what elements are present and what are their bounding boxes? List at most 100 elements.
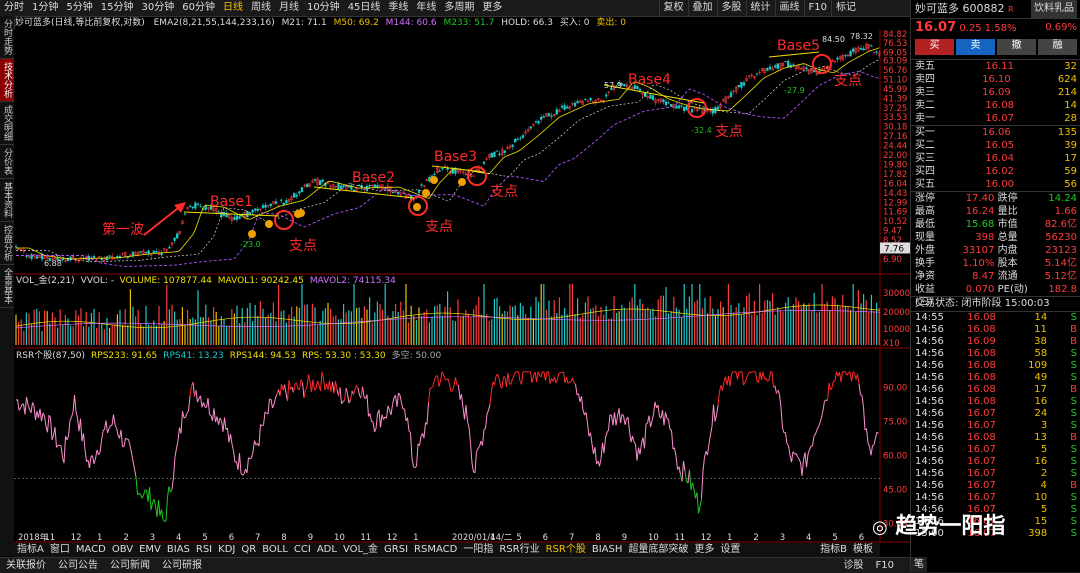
- time-tick: 4: [176, 533, 181, 543]
- period-tab[interactable]: 年线: [412, 0, 440, 16]
- period-tab[interactable]: 60分钟: [178, 0, 219, 16]
- tick-row: 14:5616.0858S: [911, 348, 1080, 360]
- indicator-tab[interactable]: ADL: [314, 543, 340, 557]
- indicator-tab[interactable]: RSR行业: [496, 543, 542, 557]
- indicator-tab[interactable]: GRSI: [381, 543, 411, 557]
- vol-mavol2: MAVOL2: 74115.34: [310, 276, 396, 286]
- time-tick: 11: [44, 533, 55, 543]
- rsr-rps: RPS: 53.30 : 53.30: [302, 351, 386, 361]
- rsr-tick: 90.00: [883, 384, 907, 394]
- indicator-tab[interactable]: EMV: [136, 543, 164, 557]
- status-link[interactable]: 关联报价: [0, 558, 52, 573]
- tool-button[interactable]: 统计: [746, 0, 775, 16]
- wechat-icon: ◎: [872, 517, 888, 538]
- left-tab[interactable]: 基本资料: [0, 179, 14, 222]
- bid-price[interactable]: 16.06: [982, 126, 1011, 139]
- period-tab[interactable]: 45日线: [344, 0, 385, 16]
- period-tab[interactable]: 更多: [478, 0, 506, 16]
- period-tab[interactable]: 周线: [247, 0, 275, 16]
- indicator-tab[interactable]: VOL_金: [340, 543, 381, 557]
- ask-price[interactable]: 16.10: [982, 73, 1011, 86]
- status-link[interactable]: 公司公告: [52, 558, 104, 573]
- bid-vol: 59: [1064, 165, 1077, 178]
- tick-tab[interactable]: 笔: [911, 557, 927, 572]
- indicator-tab[interactable]: 超量底部突破: [625, 543, 691, 557]
- bid-price[interactable]: 16.04: [985, 152, 1014, 165]
- bid-price[interactable]: 16.05: [985, 139, 1014, 152]
- industry-tag[interactable]: 饮料乳品: [1031, 0, 1077, 18]
- status-right-group: 诊股F10: [838, 558, 900, 573]
- indicator-tab[interactable]: 窗口: [47, 543, 73, 557]
- period-tab[interactable]: 多周期: [440, 0, 478, 16]
- base4-label: Base4: [628, 72, 671, 88]
- stat-cell: 股本: [998, 257, 1034, 270]
- status-right-link[interactable]: 诊股: [838, 558, 870, 573]
- period-tab[interactable]: 30分钟: [137, 0, 178, 16]
- period-tab[interactable]: 1分钟: [28, 0, 62, 16]
- tool-button[interactable]: 标记: [831, 0, 860, 16]
- indicator-tab[interactable]: 设置: [717, 543, 743, 557]
- status-right-link[interactable]: F10: [870, 558, 900, 573]
- indicator-tab[interactable]: OBV: [109, 543, 136, 557]
- indicator-tab[interactable]: 指标A: [14, 543, 47, 557]
- left-tab[interactable]: 技术分析: [0, 59, 14, 102]
- tick-row: 14:5616.0716S: [911, 456, 1080, 468]
- tick-price: 16.08: [967, 384, 996, 396]
- trade-buttons: 买卖撤融: [911, 37, 1080, 57]
- period-tab[interactable]: 日线: [219, 0, 247, 16]
- trade-button[interactable]: 买: [915, 39, 954, 55]
- tool-button[interactable]: 叠加: [688, 0, 717, 16]
- indicator-tab[interactable]: RSMACD: [411, 543, 460, 557]
- period-tab[interactable]: 月线: [275, 0, 303, 16]
- stat-row: 净资8.47流通5.12亿: [911, 270, 1080, 283]
- tick-side: B: [1070, 432, 1077, 444]
- tool-button[interactable]: 复权: [659, 0, 688, 16]
- indicator-tab[interactable]: RSR个股: [543, 543, 589, 557]
- indicator-tab[interactable]: BOLL: [259, 543, 291, 557]
- tick-row: 14:5616.0724S: [911, 408, 1080, 420]
- status-link[interactable]: 公司研报: [156, 558, 208, 573]
- indicator-tab[interactable]: 一阳指: [460, 543, 496, 557]
- left-tab[interactable]: 分价表: [0, 145, 14, 179]
- left-tab[interactable]: 控盘分析: [0, 222, 14, 265]
- status-link[interactable]: 公司新闻: [104, 558, 156, 573]
- indicator-tab[interactable]: BIAS: [164, 543, 193, 557]
- ask-price[interactable]: 16.08: [985, 99, 1014, 112]
- tool-button[interactable]: 多股: [717, 0, 746, 16]
- time-tick: 3: [150, 533, 155, 543]
- period-tab[interactable]: 分时: [0, 0, 28, 16]
- stat-row: 最高16.24量比1.66: [911, 205, 1080, 218]
- stat-cell: 5.12亿: [1037, 270, 1077, 283]
- indicator-tab[interactable]: 更多: [691, 543, 717, 557]
- ask-price[interactable]: 16.11: [985, 60, 1014, 73]
- tool-button[interactable]: 画线: [775, 0, 804, 16]
- indicator-tab[interactable]: RSI: [193, 543, 215, 557]
- trade-button[interactable]: 融: [1038, 39, 1077, 55]
- indicator-tab[interactable]: QR: [238, 543, 259, 557]
- bid-price[interactable]: 16.02: [985, 165, 1014, 178]
- indicator-tab[interactable]: CCI: [291, 543, 314, 557]
- trade-button[interactable]: 卖: [956, 39, 995, 55]
- ask-price[interactable]: 16.07: [985, 112, 1014, 125]
- indicator-right-tab[interactable]: 指标B: [817, 543, 850, 557]
- tick-row: 14:5616.074B: [911, 480, 1080, 492]
- kline-chart[interactable]: 84.8276.5369.0563.0956.7651.1045.9941.39…: [14, 30, 910, 543]
- left-tab[interactable]: 成交明细: [0, 102, 14, 145]
- tool-button[interactable]: F10: [804, 0, 831, 16]
- indicator-tab[interactable]: KDJ: [215, 543, 238, 557]
- indicator-tab[interactable]: BIASH: [589, 543, 626, 557]
- period-tab[interactable]: 5分钟: [62, 0, 96, 16]
- ask-price[interactable]: 16.09: [982, 86, 1011, 99]
- period-tab[interactable]: 15分钟: [97, 0, 138, 16]
- period-tab[interactable]: 季线: [384, 0, 412, 16]
- tick-time: 14:55: [915, 312, 944, 324]
- left-tab[interactable]: 全景基本: [0, 265, 14, 308]
- period-tab[interactable]: 10分钟: [303, 0, 344, 16]
- indicator-right-tab[interactable]: 模板: [850, 543, 876, 557]
- trade-button[interactable]: 撤: [997, 39, 1036, 55]
- indicator-tab[interactable]: MACD: [73, 543, 109, 557]
- stat-cell: 8.47: [954, 270, 994, 283]
- tick-vol: 5: [1019, 504, 1047, 516]
- bid-price[interactable]: 16.00: [985, 178, 1014, 191]
- left-tab[interactable]: 分时走势: [0, 16, 14, 59]
